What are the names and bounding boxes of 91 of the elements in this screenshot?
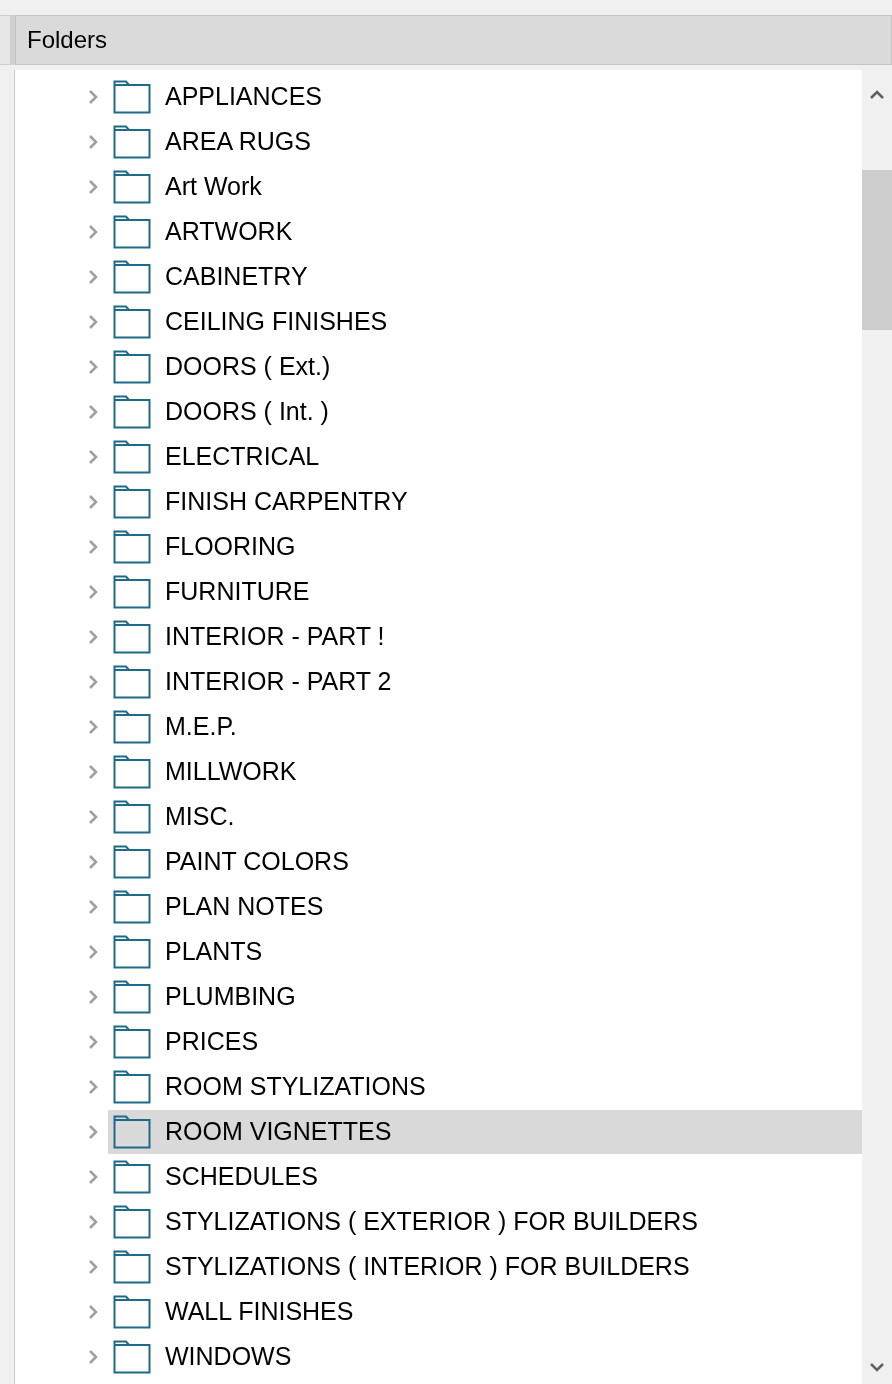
folder-icon — [113, 394, 151, 429]
folder-icon — [113, 889, 151, 924]
tree-item[interactable]: PAINT COLORS — [108, 839, 862, 884]
folder-label: PLANTS — [165, 935, 263, 967]
folder-icon — [113, 529, 151, 564]
folder-icon — [113, 1249, 151, 1284]
folder-icon — [113, 304, 151, 339]
folder-icon — [113, 169, 151, 204]
folder-icon — [113, 1024, 151, 1059]
folder-label: CABINETRY — [165, 260, 308, 292]
folder-label: M.E.P. — [165, 710, 237, 742]
folder-icon — [113, 1294, 151, 1329]
tree-item[interactable]: FLOORING — [108, 524, 862, 569]
folder-icon — [113, 1159, 151, 1194]
tree-item[interactable]: Art Work — [108, 164, 862, 209]
folder-icon — [113, 619, 151, 654]
tree-item[interactable]: MISC. — [108, 794, 862, 839]
folder-label: ROOM VIGNETTES — [165, 1115, 392, 1147]
folder-label: SCHEDULES — [165, 1160, 318, 1192]
folder-label: PLAN NOTES — [165, 890, 324, 922]
folder-icon — [113, 934, 151, 969]
tree-item[interactable]: MILLWORK — [108, 749, 862, 794]
folder-label: PAINT COLORS — [165, 845, 349, 877]
folder-icon — [113, 1069, 151, 1104]
tree-item[interactable]: INTERIOR - PART ! — [108, 614, 862, 659]
folder-label: WINDOWS — [165, 1340, 292, 1372]
tree-item[interactable]: STYLIZATIONS ( EXTERIOR ) FOR BUILDERS — [108, 1199, 862, 1244]
folder-label: PRICES — [165, 1025, 259, 1057]
tree-item[interactable]: ARTWORK — [108, 209, 862, 254]
tree-item[interactable]: STYLIZATIONS ( INTERIOR ) FOR BUILDERS — [108, 1244, 862, 1289]
folder-label: WALL FINISHES — [165, 1295, 354, 1327]
tree-item[interactable]: INTERIOR - PART 2 — [108, 659, 862, 704]
tree-item[interactable]: AREA RUGS — [108, 119, 862, 164]
folder-icon — [113, 799, 151, 834]
folder-label: STYLIZATIONS ( EXTERIOR ) FOR BUILDERS — [165, 1205, 698, 1237]
tree-item[interactable]: WALL FINISHES — [108, 1289, 862, 1334]
folder-icon — [113, 1204, 151, 1239]
folder-icon — [113, 484, 151, 519]
tree-item[interactable]: FURNITURE — [108, 569, 862, 614]
folder-label: APPLIANCES — [165, 80, 322, 112]
folder-label: ARTWORK — [165, 215, 293, 247]
folder-icon — [113, 574, 151, 609]
folder-label: MILLWORK — [165, 755, 297, 787]
folder-icon — [113, 349, 151, 384]
tree-item[interactable]: PLANTS — [108, 929, 862, 974]
tree-item[interactable]: ELECTRICAL — [108, 434, 862, 479]
folder-icon — [113, 709, 151, 744]
folder-label: Art Work — [165, 170, 262, 202]
tree-item[interactable]: DOORS ( Int. ) — [108, 389, 862, 434]
folder-label: MISC. — [165, 800, 235, 832]
scroll-down-icon[interactable] — [870, 1362, 884, 1372]
folder-label: FURNITURE — [165, 575, 310, 607]
folder-icon — [113, 754, 151, 789]
tree-item[interactable]: ROOM VIGNETTES — [108, 1109, 862, 1154]
folder-label: CEILING FINISHES — [165, 305, 388, 337]
folder-icon — [113, 439, 151, 474]
folder-label: ROOM STYLIZATIONS — [165, 1070, 426, 1102]
folder-label: INTERIOR - PART ! — [165, 620, 385, 652]
tree-item[interactable]: ROOM STYLIZATIONS — [108, 1064, 862, 1109]
tree-item[interactable]: APPLIANCES — [108, 74, 862, 119]
folder-icon — [113, 1114, 151, 1149]
tree-item[interactable]: CABINETRY — [108, 254, 862, 299]
folder-icon — [113, 214, 151, 249]
tree-item[interactable]: PLUMBING — [108, 974, 862, 1019]
tree-item[interactable]: M.E.P. — [108, 704, 862, 749]
tree-item[interactable]: DOORS ( Ext.) — [108, 344, 862, 389]
folder-label: DOORS ( Ext.) — [165, 350, 331, 382]
folder-icon — [113, 79, 151, 114]
tree-item[interactable]: SCHEDULES — [108, 1154, 862, 1199]
tree-item[interactable]: CEILING FINISHES — [108, 299, 862, 344]
folder-label: INTERIOR - PART 2 — [165, 665, 392, 697]
scrollbar-thumb[interactable] — [862, 170, 892, 330]
folder-icon — [113, 664, 151, 699]
folder-label: PLUMBING — [165, 980, 296, 1012]
folder-icon — [113, 844, 151, 879]
folder-label: FLOORING — [165, 530, 296, 562]
tree-item[interactable]: WINDOWS — [108, 1334, 862, 1379]
folder-icon — [113, 259, 151, 294]
folder-label: DOORS ( Int. ) — [165, 395, 329, 427]
tree-item[interactable]: PRICES — [108, 1019, 862, 1064]
folder-label: STYLIZATIONS ( INTERIOR ) FOR BUILDERS — [165, 1250, 690, 1282]
tree-item[interactable]: FINISH CARPENTRY — [108, 479, 862, 524]
folder-icon — [113, 124, 151, 159]
folder-label: AREA RUGS — [165, 125, 311, 157]
folder-label: FINISH CARPENTRY — [165, 485, 408, 517]
folder-icon — [113, 979, 151, 1014]
panel-header: Folders — [15, 15, 892, 65]
scroll-up-icon[interactable] — [870, 90, 884, 100]
tree-item[interactable]: PLAN NOTES — [108, 884, 862, 929]
folder-icon — [113, 1339, 151, 1374]
folder-label: ELECTRICAL — [165, 440, 320, 472]
